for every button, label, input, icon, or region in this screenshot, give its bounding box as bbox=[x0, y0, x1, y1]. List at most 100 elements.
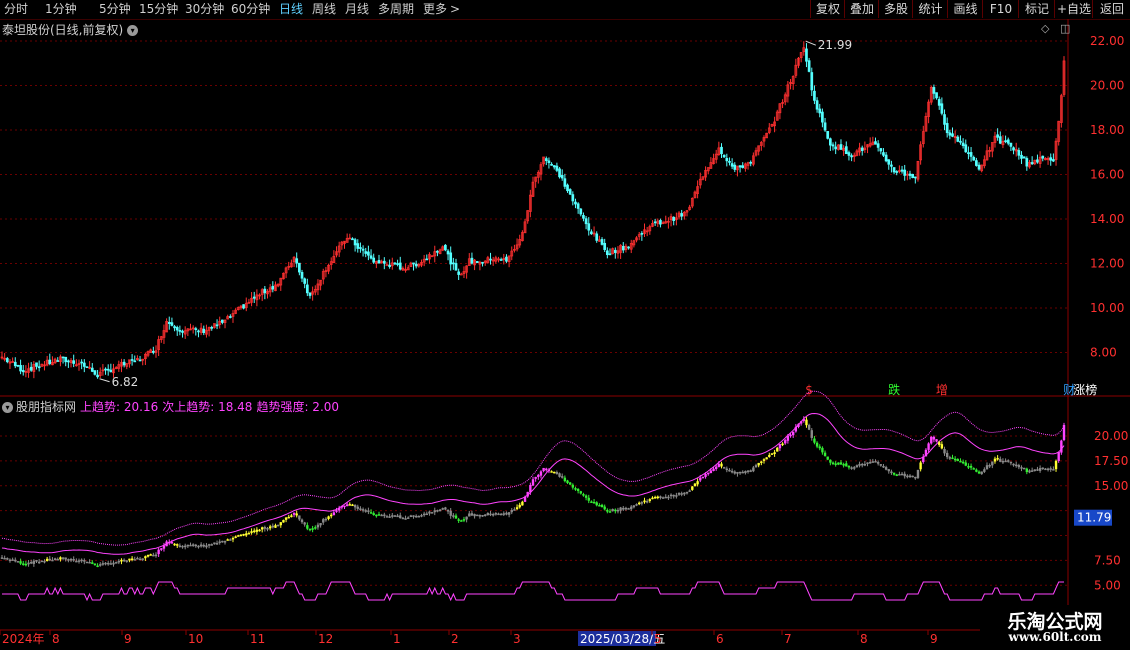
indicator-bar bbox=[831, 462, 835, 465]
indicator-bar bbox=[977, 471, 981, 474]
indicator-bar bbox=[181, 545, 184, 548]
candle-body bbox=[356, 243, 360, 249]
candle-body bbox=[202, 328, 206, 334]
adjust-button[interactable]: 复权 bbox=[810, 0, 845, 18]
x-axis-label: 6 bbox=[716, 632, 724, 646]
indicator-bar bbox=[361, 509, 365, 511]
panel-toggle-icon[interactable]: ◫ bbox=[1060, 22, 1070, 35]
event-marker: $ bbox=[805, 383, 813, 397]
candle-body bbox=[369, 255, 373, 259]
period-tab[interactable]: 分时 bbox=[4, 1, 28, 17]
indicator-bar bbox=[799, 421, 803, 424]
candle-body bbox=[590, 231, 593, 235]
indicator-bar bbox=[730, 470, 734, 473]
indicator-bar bbox=[144, 556, 147, 559]
indicator-bar bbox=[638, 502, 641, 505]
mark-button[interactable]: 标记 bbox=[1018, 0, 1055, 18]
indicator-bar bbox=[953, 458, 957, 461]
indicator-bar bbox=[890, 471, 893, 474]
indicator-bar bbox=[821, 447, 824, 453]
high-price-label: 21.99 bbox=[818, 38, 852, 52]
indicator-bar bbox=[122, 559, 126, 562]
indicator-bar bbox=[693, 483, 697, 487]
period-tab[interactable]: 月线 bbox=[345, 1, 369, 17]
period-tab[interactable]: 多周期 bbox=[378, 1, 414, 17]
candle-body bbox=[749, 161, 753, 164]
indicator-bar bbox=[773, 452, 776, 455]
indicator-bar bbox=[1004, 460, 1007, 463]
indicator-bar bbox=[972, 468, 975, 470]
indicator-bar bbox=[534, 476, 537, 479]
candle-body bbox=[104, 368, 107, 371]
indicator-bar bbox=[343, 505, 346, 508]
indicator-bar bbox=[223, 541, 227, 543]
indicator-bar bbox=[165, 541, 168, 547]
candle-body bbox=[566, 184, 569, 192]
candle-body bbox=[271, 285, 275, 290]
statistics-button[interactable]: 统计 bbox=[912, 0, 948, 18]
indicator-bar bbox=[207, 544, 211, 546]
candle-body bbox=[730, 163, 734, 167]
indicator-bar bbox=[1054, 460, 1058, 470]
indicator-bar bbox=[152, 554, 155, 557]
candle-body bbox=[653, 221, 657, 224]
add-watchlist-button[interactable]: +自选 bbox=[1054, 0, 1093, 18]
period-tab[interactable]: 60分钟 bbox=[231, 1, 270, 17]
period-tab[interactable]: 1分钟 bbox=[45, 1, 77, 17]
period-tab[interactable]: 周线 bbox=[312, 1, 336, 17]
diamond-icon[interactable]: ◇ bbox=[1041, 22, 1049, 35]
overlay-button[interactable]: 叠加 bbox=[844, 0, 879, 18]
indicator-bar bbox=[468, 513, 471, 517]
multi-stock-button[interactable]: 多股 bbox=[878, 0, 913, 18]
period-tab[interactable]: 5分钟 bbox=[99, 1, 131, 17]
candle-body bbox=[937, 99, 941, 106]
chevron-down-icon[interactable]: ▾ bbox=[2, 402, 13, 413]
indicator-bar bbox=[741, 471, 744, 474]
indicator-bar bbox=[279, 522, 282, 526]
period-tab[interactable]: 15分钟 bbox=[139, 1, 178, 17]
f10-button[interactable]: F10 bbox=[982, 0, 1019, 18]
indicator-bar bbox=[53, 558, 57, 561]
indicator-bar bbox=[813, 438, 816, 443]
indicator-bar bbox=[699, 477, 702, 481]
candle-body bbox=[839, 144, 843, 150]
indicator-bar bbox=[274, 525, 277, 528]
candle-body bbox=[876, 143, 880, 148]
period-tab-more[interactable]: 更多 bbox=[423, 1, 447, 17]
candle-body bbox=[568, 189, 572, 195]
candle-body bbox=[364, 251, 368, 254]
period-tab-active[interactable]: 日线 bbox=[279, 1, 303, 17]
indicator-bar bbox=[903, 473, 906, 477]
candle-body bbox=[133, 360, 137, 363]
indicator-bar bbox=[683, 492, 686, 495]
stock-chart[interactable]: 8.00 10.00 12.00 14.00 16.00 18.00 20.00 22.00 5… bbox=[0, 19, 1130, 650]
candle-body bbox=[1052, 159, 1055, 162]
candle-body bbox=[351, 238, 354, 241]
indicator-bar bbox=[375, 514, 378, 517]
chevron-down-icon[interactable]: ▾ bbox=[127, 25, 139, 36]
candle-body bbox=[5, 358, 9, 363]
indicator-bar bbox=[863, 463, 867, 466]
indicator-bar bbox=[975, 469, 978, 472]
candle-body bbox=[887, 159, 891, 165]
indicator-bar bbox=[608, 511, 612, 513]
indicator-bar bbox=[356, 506, 359, 509]
indicator-bar bbox=[725, 468, 729, 471]
chevron-right-icon[interactable]: > bbox=[450, 1, 460, 17]
draw-line-button[interactable]: 画线 bbox=[947, 0, 983, 18]
indicator-bar bbox=[470, 513, 474, 516]
indicator-bar bbox=[476, 514, 479, 517]
indicator-bar bbox=[707, 472, 710, 475]
indicator-bar bbox=[622, 507, 625, 510]
back-button[interactable]: 返回 bbox=[1092, 0, 1130, 18]
indicator-bar bbox=[96, 565, 99, 568]
indicator-bar bbox=[157, 549, 160, 555]
indicator-bar bbox=[900, 473, 904, 476]
indicator-bar bbox=[486, 513, 490, 516]
period-tab[interactable]: 30分钟 bbox=[185, 1, 224, 17]
candle-body bbox=[1022, 156, 1026, 159]
indicator-bar bbox=[30, 561, 33, 564]
second-trend-label: 次上趋势: 18.48 bbox=[162, 400, 253, 414]
candle-body bbox=[967, 152, 970, 155]
indicator-bar bbox=[266, 528, 269, 530]
